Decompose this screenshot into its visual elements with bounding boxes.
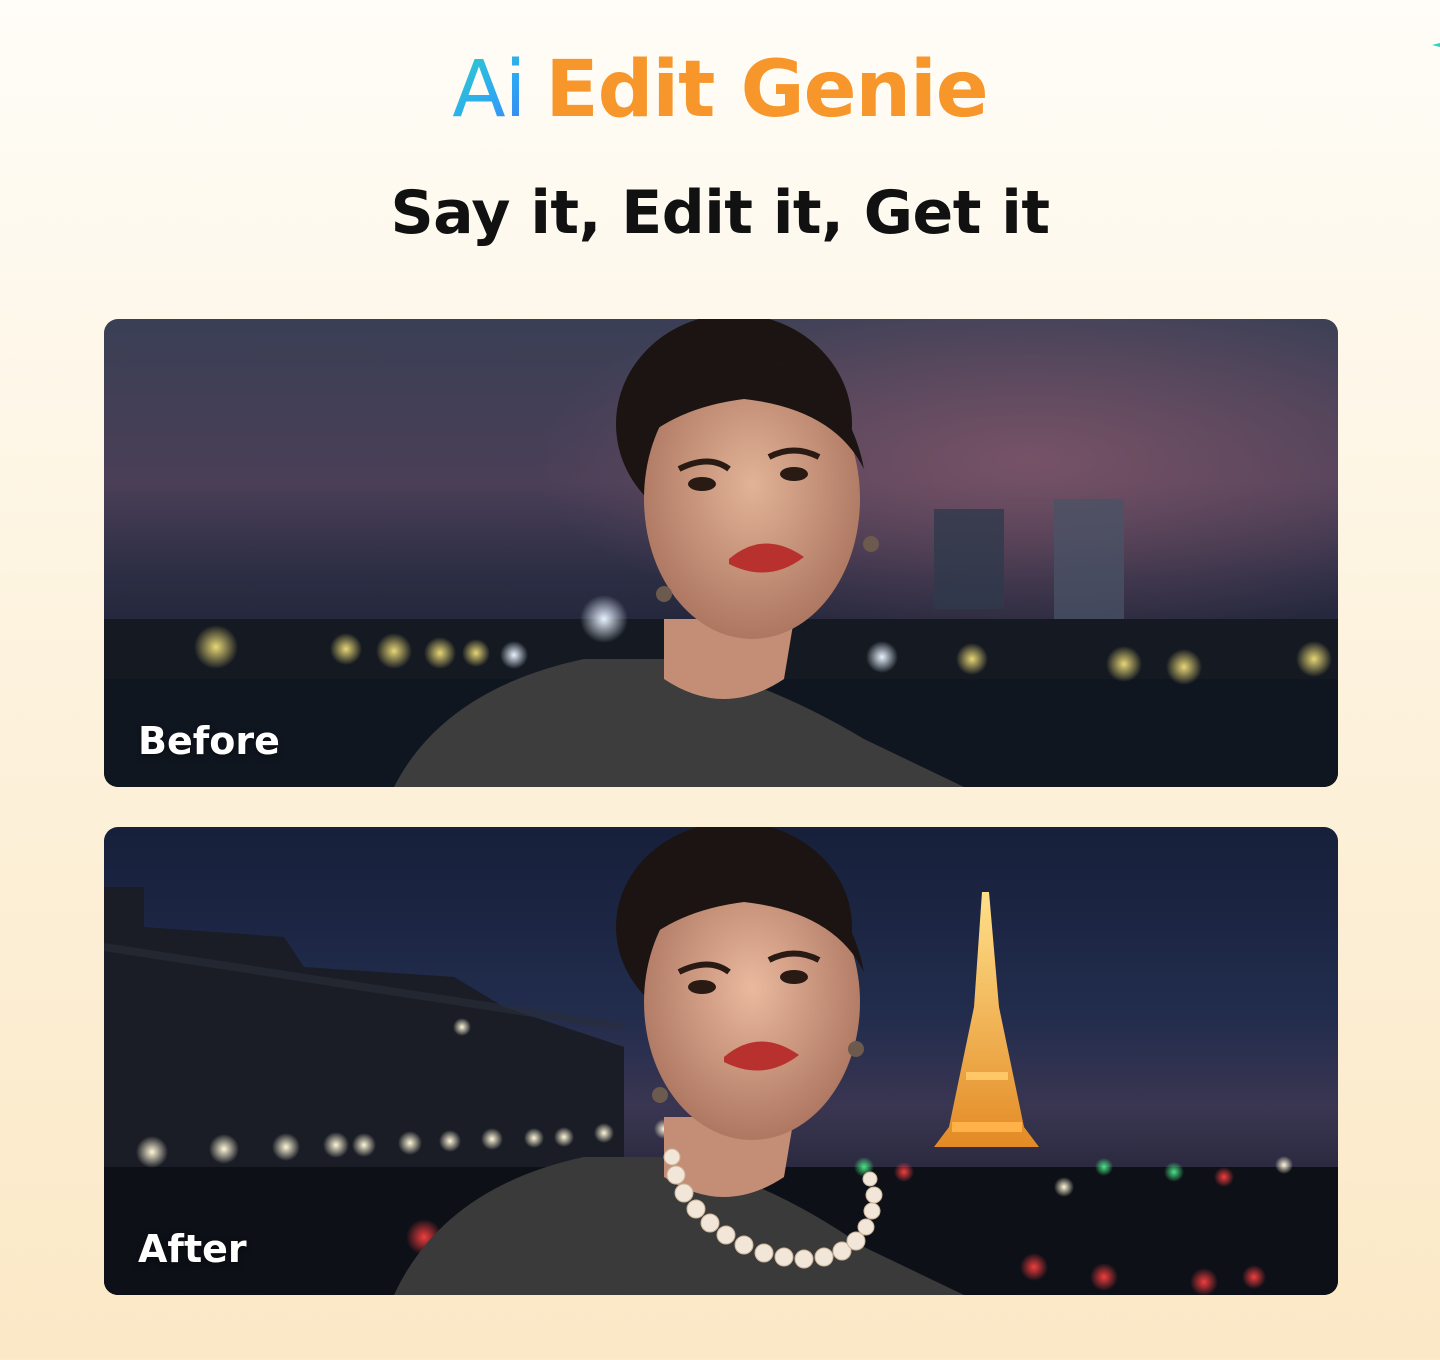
- tagline: Say it, Edit it, Get it: [390, 178, 1050, 248]
- brand-ai-text: Ai: [452, 45, 526, 135]
- before-image-panel: Before: [104, 319, 1338, 787]
- after-image-panel: After: [104, 827, 1338, 1295]
- after-label: After: [138, 1227, 247, 1271]
- sparkle-icon: [1432, 43, 1440, 47]
- before-image: [104, 319, 1338, 787]
- brand-logo: Ai Edit Genie: [452, 43, 1440, 135]
- brand-title: Edit Genie: [545, 45, 988, 135]
- before-label: Before: [138, 719, 280, 763]
- header: Ai Edit Genie: [0, 40, 1440, 140]
- after-image: [104, 827, 1338, 1295]
